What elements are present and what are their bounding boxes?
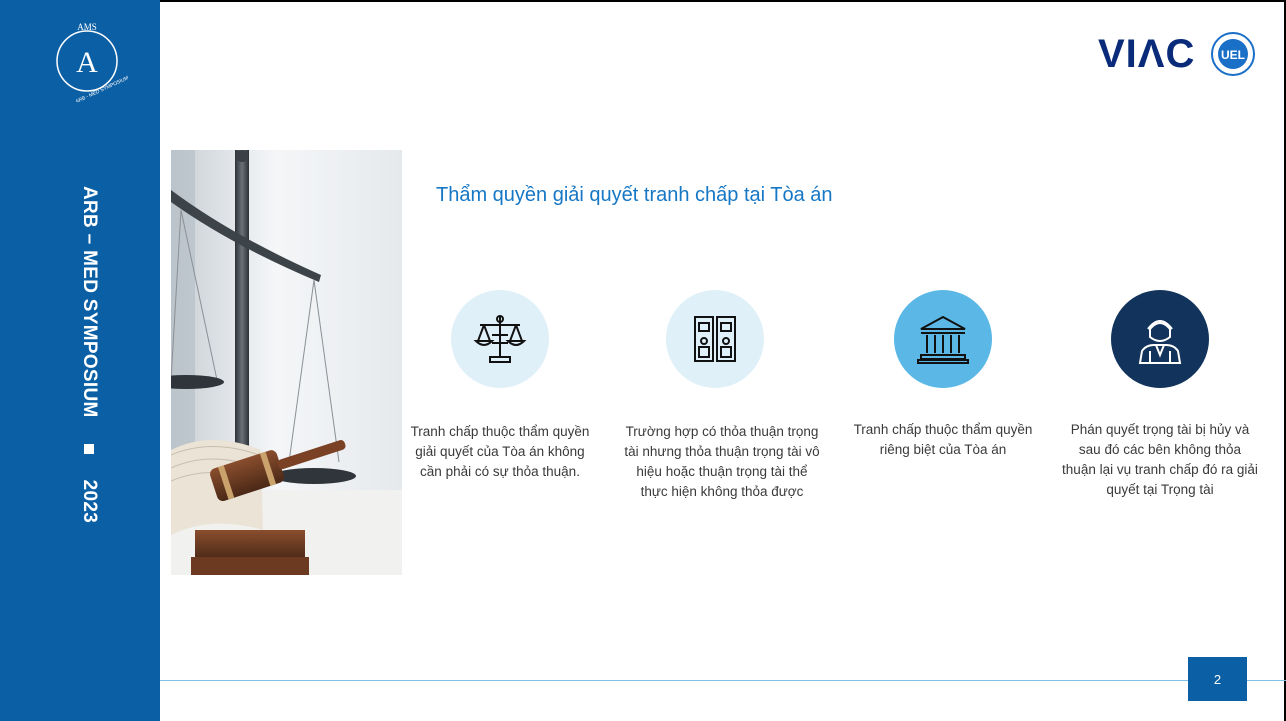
square-bullet [84,443,94,454]
scales-icon [473,315,527,363]
event-year: 2023 [79,479,100,524]
vertical-event-title: ARB – MED SYMPOSIUM 2023 [68,186,110,566]
courthouse-icon [917,315,969,364]
sidebar: AMS A ARB - MED SYMPOSIUM ARB – MED SYMP… [0,0,160,721]
symposium-logo: AMS A ARB - MED SYMPOSIUM [56,22,128,102]
header-logos: VIΛC UEL [1098,32,1256,76]
judge-icon [1138,320,1182,364]
item-4-caption: Phán quyết trọng tài bị hủy và sau đó cá… [1062,422,1258,497]
page-number: 2 [1188,657,1247,701]
svg-text:UEL: UEL [1221,48,1245,62]
item-3-caption: Tranh chấp thuộc thẩm quyền riêng biệt c… [853,422,1033,457]
item-2-caption: Trường hợp có thỏa thuận trọng tài nhưng… [624,424,820,499]
event-name: ARB – MED SYMPOSIUM [79,186,100,418]
binders-icon [694,316,736,362]
item-1-icon-badge [451,290,549,388]
item-1-caption: Tranh chấp thuộc thẩm quyền giải quyết c… [410,424,590,479]
item-4-icon-badge [1111,290,1209,388]
svg-text:A: A [76,46,98,79]
svg-text:AMS: AMS [77,22,97,32]
justice-scales-photo [171,150,402,575]
footer-divider [160,680,1286,681]
uel-logo: UEL [1211,32,1256,76]
slide-title: Thẩm quyền giải quyết tranh chấp tại Tòa… [436,184,833,206]
item-2-icon-badge [666,290,764,388]
viac-logo: VIΛC [1098,32,1196,76]
item-3-icon-badge [894,290,992,388]
svg-text:ARB - MED SYMPOSIUM: ARB - MED SYMPOSIUM [75,75,128,102]
